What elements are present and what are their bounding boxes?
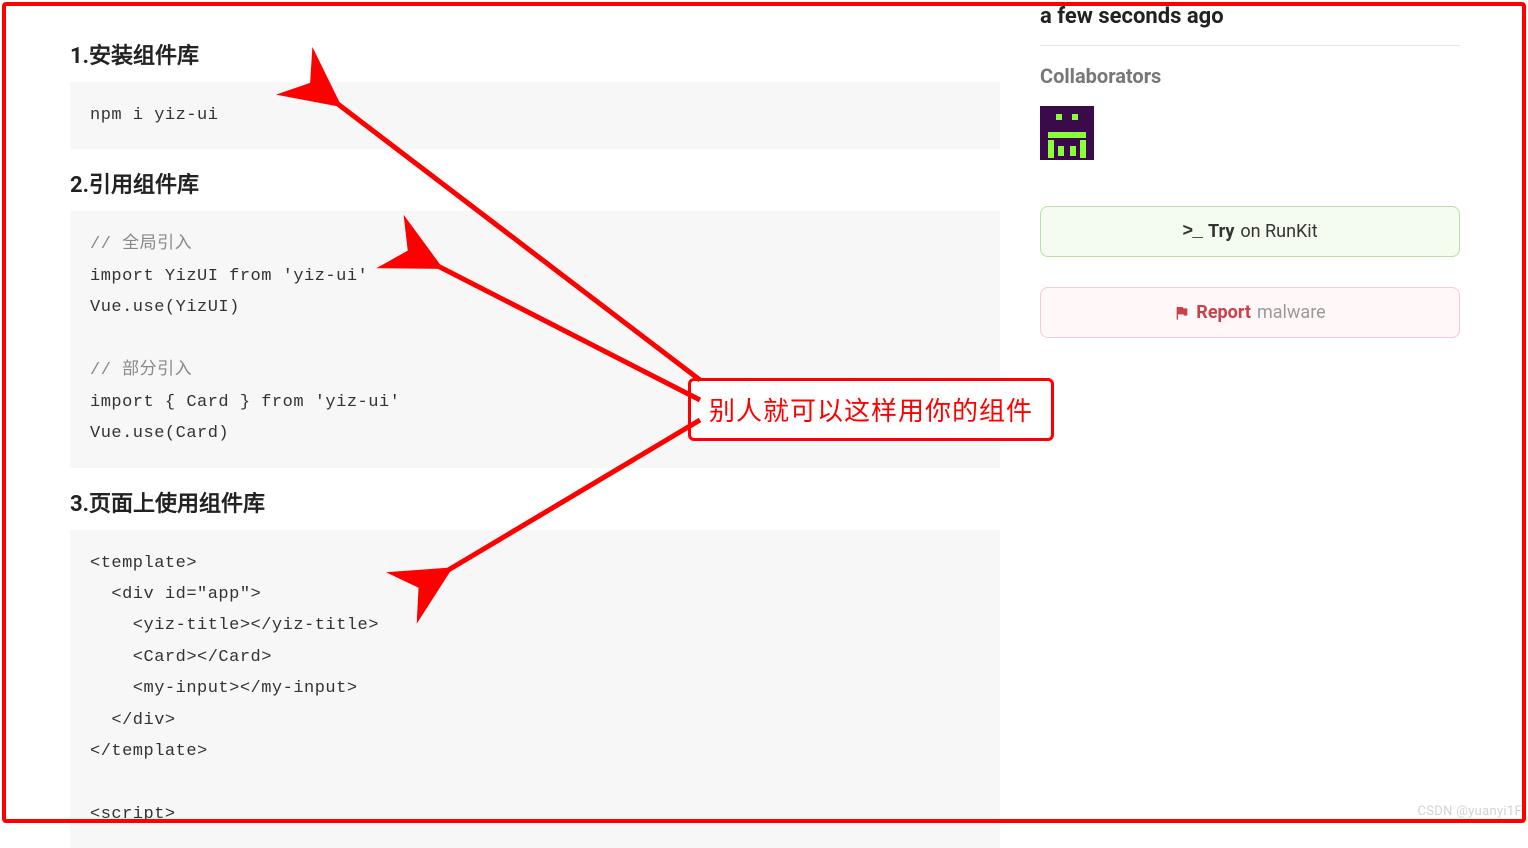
code-line: Vue.use(Card) (90, 424, 229, 443)
published-time: a few seconds ago (1040, 0, 1460, 45)
try-label-rest: on RunKit (1240, 221, 1317, 242)
code-comment: // 部分引入 (90, 361, 192, 380)
code-text: <template> <div id="app"> <yiz-title></y… (90, 554, 379, 825)
section-1-title: 1.安装组件库 (70, 38, 1000, 70)
code-comment: // 全局引入 (90, 235, 192, 254)
code-line: import { Card } from 'yiz-ui' (90, 393, 400, 412)
code-line: Vue.use(YizUI) (90, 298, 240, 317)
code-line: import YizUI from 'yiz-ui' (90, 267, 368, 286)
collaborator-avatar[interactable] (1040, 106, 1094, 160)
flag-icon (1174, 305, 1190, 321)
report-label-rest: malware (1257, 302, 1326, 323)
section-3-title: 3.页面上使用组件库 (70, 486, 1000, 518)
code-text: npm i yiz-ui (90, 106, 218, 125)
watermark: CSDN @yuanyi1F (1418, 804, 1522, 819)
report-label-bold: Report (1196, 302, 1251, 323)
collaborators-label: Collaborators (1040, 64, 1460, 88)
try-runkit-button[interactable]: >_ Try on RunKit (1040, 206, 1460, 257)
try-label-bold: Try (1208, 221, 1234, 242)
code-block-usage: <template> <div id="app"> <yiz-title></y… (70, 530, 1000, 848)
sidebar: a few seconds ago Collaborators >_ Try o… (1030, 0, 1480, 825)
divider (1040, 45, 1460, 46)
code-block-install: npm i yiz-ui (70, 82, 1000, 149)
report-malware-button[interactable]: Report malware (1040, 287, 1460, 338)
terminal-icon: >_ (1182, 222, 1202, 242)
annotation-callout: 别人就可以这样用你的组件 (688, 378, 1054, 441)
section-2-title: 2.引用组件库 (70, 167, 1000, 199)
